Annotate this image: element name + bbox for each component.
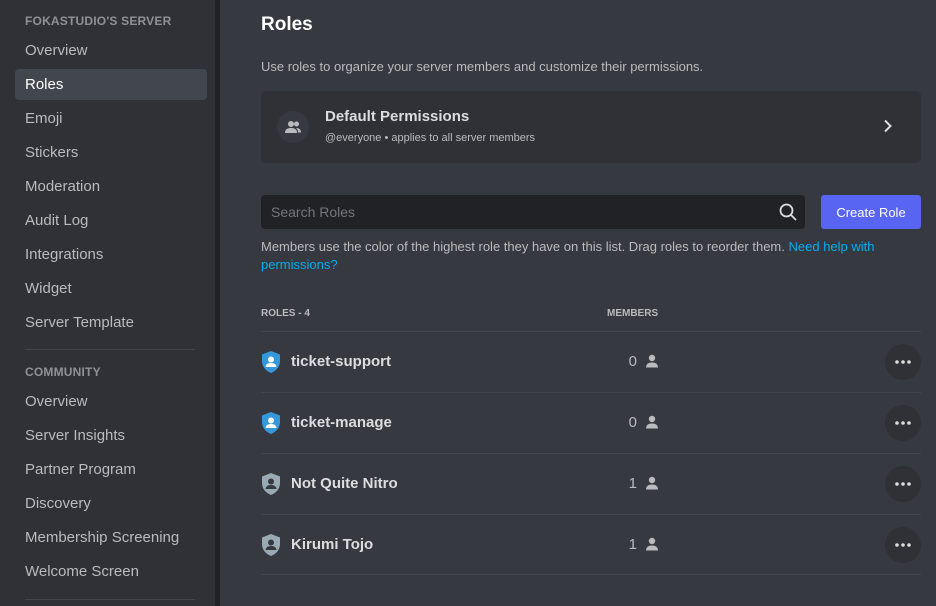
role-shield-icon <box>261 533 281 562</box>
role-shield-icon <box>261 472 281 501</box>
person-icon <box>645 476 659 495</box>
sidebar-item-membership-screening[interactable]: Membership Screening <box>15 522 207 553</box>
search-icon <box>779 203 797 226</box>
sidebar-item-welcome-screen[interactable]: Welcome Screen <box>15 556 207 587</box>
role-row[interactable]: ticket-support 0 <box>261 331 921 392</box>
role-more-options-button[interactable] <box>885 466 921 502</box>
chevron-right-icon <box>883 119 893 138</box>
role-row[interactable]: ticket-manage 0 <box>261 392 921 453</box>
sidebar-item-moderation[interactable]: Moderation <box>15 171 207 202</box>
default-permissions-title: Default Permissions <box>325 108 470 125</box>
sidebar-item-roles[interactable]: Roles <box>15 69 207 100</box>
sidebar-item-server-template[interactable]: Server Template <box>15 307 207 338</box>
sidebar-item-stickers[interactable]: Stickers <box>15 137 207 168</box>
role-more-options-button[interactable] <box>885 344 921 380</box>
help-text: Members use the color of the highest rol… <box>261 239 785 254</box>
sidebar-item-widget[interactable]: Widget <box>15 273 207 304</box>
sidebar-item-server-insights[interactable]: Server Insights <box>15 420 207 451</box>
role-name: ticket-support <box>291 353 392 370</box>
role-shield-icon <box>261 350 281 379</box>
settings-sidebar: FOKASTUDIO'S SERVER Overview Roles Emoji… <box>0 0 215 606</box>
roles-page: Roles Use roles to organize your server … <box>220 0 936 606</box>
server-settings-header: FOKASTUDIO'S SERVER <box>25 14 172 28</box>
role-more-options-button[interactable] <box>885 527 921 563</box>
role-name: ticket-manage <box>291 414 392 431</box>
role-member-count: 1 <box>628 475 637 492</box>
sidebar-item-partner-program[interactable]: Partner Program <box>15 454 207 485</box>
sidebar-item-audit-log[interactable]: Audit Log <box>15 205 207 236</box>
role-more-options-button[interactable] <box>885 405 921 441</box>
sidebar-item-discovery[interactable]: Discovery <box>15 488 207 519</box>
create-role-button[interactable]: Create Role <box>821 195 921 229</box>
role-name: Not Quite Nitro <box>291 475 398 492</box>
person-icon <box>645 354 659 373</box>
role-row[interactable]: Not Quite Nitro 1 <box>261 453 921 514</box>
roles-column-header: ROLES - 4 <box>261 308 310 319</box>
sidebar-item-integrations[interactable]: Integrations <box>15 239 207 270</box>
sidebar-item-emoji[interactable]: Emoji <box>15 103 207 134</box>
role-name: Kirumi Tojo <box>291 536 374 553</box>
default-permissions-subtitle: @everyone • applies to all server member… <box>325 132 536 144</box>
members-column-header: MEMBERS <box>607 308 659 319</box>
page-title: Roles <box>261 14 313 35</box>
sidebar-item-community-overview[interactable]: Overview <box>15 386 207 417</box>
search-roles-box <box>261 195 805 229</box>
sidebar-divider <box>25 349 195 350</box>
default-permissions-card[interactable]: Default Permissions @everyone • applies … <box>261 91 921 163</box>
community-header: COMMUNITY <box>25 365 101 379</box>
person-icon <box>645 415 659 434</box>
sidebar-divider <box>25 599 195 600</box>
role-member-count: 0 <box>628 353 637 370</box>
page-description: Use roles to organize your server member… <box>261 59 704 74</box>
role-member-count: 1 <box>628 536 637 553</box>
roles-help-text: Members use the color of the highest rol… <box>261 238 901 274</box>
role-shield-icon <box>261 411 281 440</box>
sidebar-item-overview[interactable]: Overview <box>15 35 207 66</box>
members-icon <box>277 111 309 143</box>
person-icon <box>645 537 659 556</box>
search-roles-input[interactable] <box>261 195 771 229</box>
role-member-count: 0 <box>628 414 637 431</box>
role-row[interactable]: Kirumi Tojo 1 <box>261 514 921 575</box>
